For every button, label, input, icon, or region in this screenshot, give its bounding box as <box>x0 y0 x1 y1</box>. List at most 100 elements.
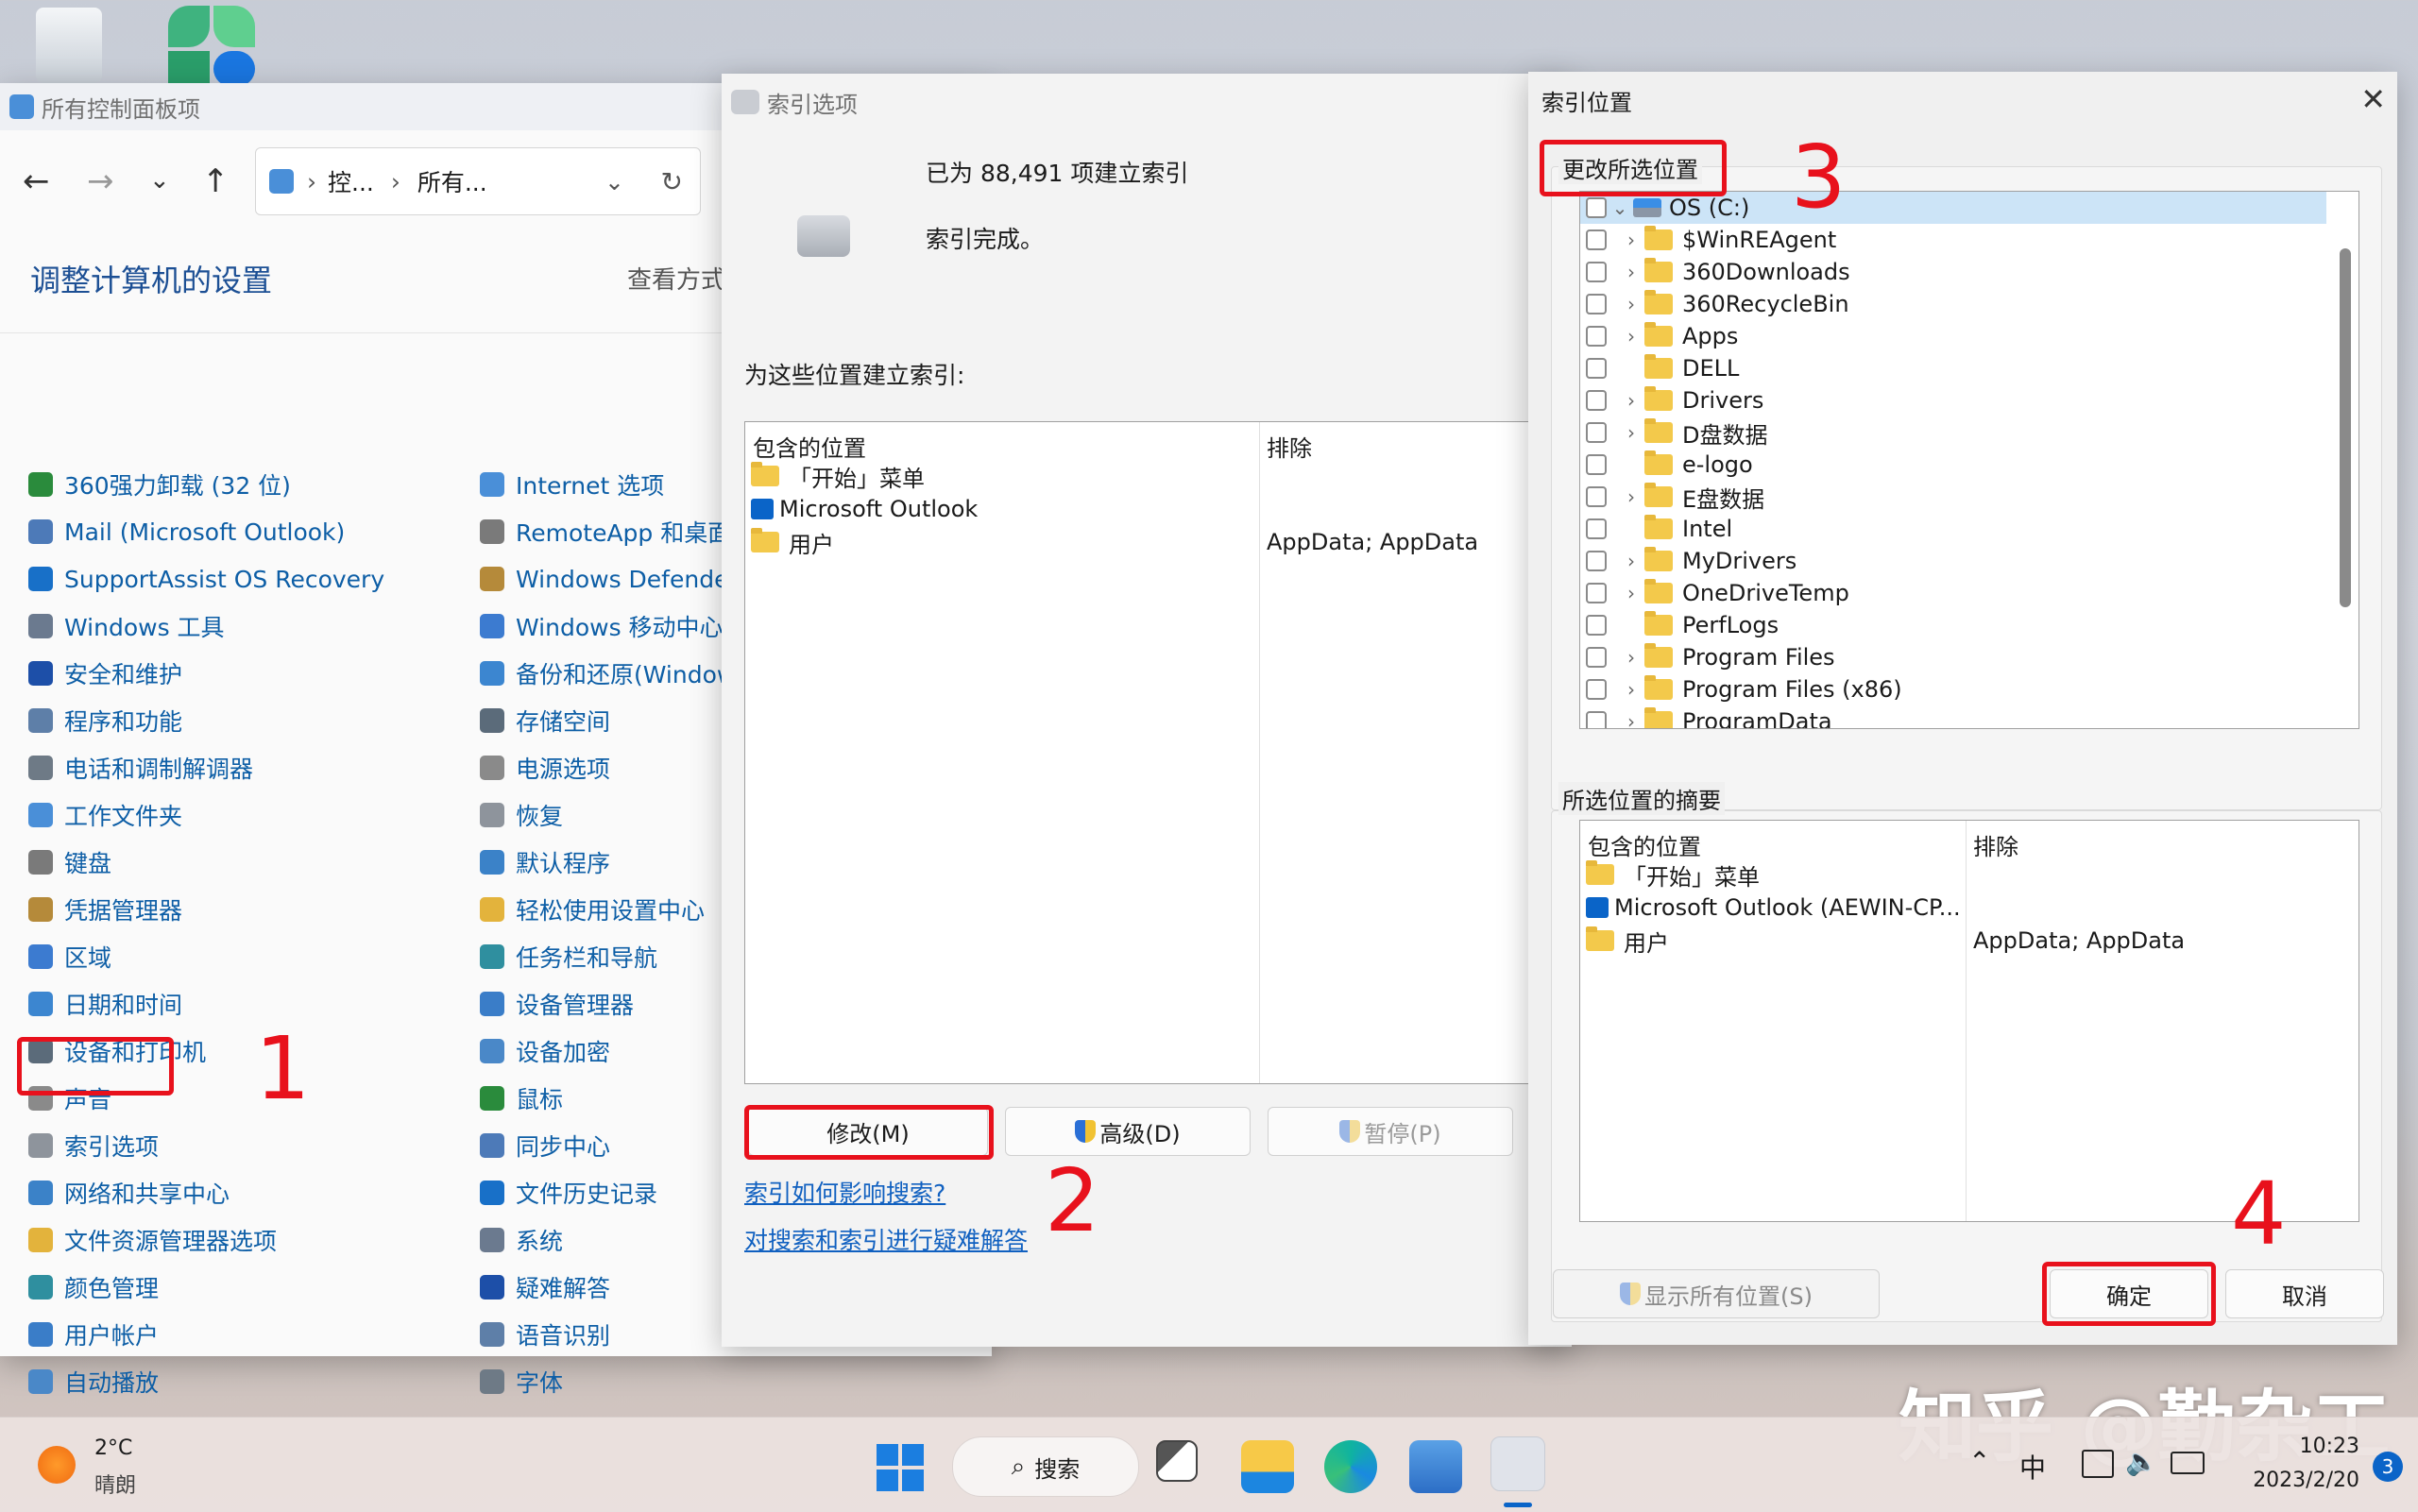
start-button-icon[interactable] <box>877 1444 924 1491</box>
tree-item[interactable]: › 360RecycleBin <box>1580 288 2326 320</box>
tree-item[interactable]: › MyDrivers <box>1580 545 2326 577</box>
tree-item[interactable]: › Program Files (x86) <box>1580 673 2326 705</box>
control-panel-item[interactable]: Windows 移动中心 <box>480 603 724 650</box>
chevron-right-icon[interactable]: › <box>1618 293 1644 315</box>
index-locations-titlebar[interactable]: 索引位置 ✕ <box>1528 72 2397 128</box>
notification-badge[interactable]: 3 <box>2373 1452 2403 1482</box>
battery-icon[interactable] <box>2171 1452 2205 1474</box>
location-tree[interactable]: ⌄ OS (C:) › $WinREAgent › 360Downloads › 360Rec… <box>1579 191 2359 729</box>
file-explorer-icon[interactable] <box>1241 1440 1294 1493</box>
tree-item-checkbox[interactable] <box>1586 229 1607 250</box>
control-panel-item[interactable]: 文件历史记录 <box>480 1169 657 1216</box>
control-panel-item[interactable]: Internet 选项 <box>480 461 664 508</box>
index-affects-search-link[interactable]: 索引如何影响搜索? <box>744 1175 945 1209</box>
chevron-right-icon[interactable]: › <box>1618 325 1644 348</box>
control-panel-item[interactable]: 轻松使用设置中心 <box>480 886 705 933</box>
tree-item[interactable]: › D盘数据 <box>1580 416 2326 449</box>
tree-item[interactable]: › 360Downloads <box>1580 256 2326 288</box>
tree-item-checkbox[interactable] <box>1586 518 1607 539</box>
refresh-icon[interactable]: ↻ <box>661 166 683 197</box>
tree-item-checkbox[interactable] <box>1586 390 1607 411</box>
edge-browser-icon[interactable] <box>1324 1440 1377 1493</box>
weather-sun-icon[interactable] <box>38 1446 76 1484</box>
location-row[interactable]: Microsoft Outlook (AEWIN-CP... <box>1586 892 1961 924</box>
tree-item-checkbox[interactable] <box>1586 262 1607 282</box>
control-panel-item[interactable]: 颜色管理 <box>28 1264 159 1311</box>
control-panel-item[interactable]: 疑难解答 <box>480 1264 610 1311</box>
task-view-icon[interactable] <box>1156 1440 1198 1482</box>
chevron-right-icon[interactable]: › <box>1618 678 1644 701</box>
tree-item[interactable]: › Drivers <box>1580 384 2326 416</box>
chevron-right-icon[interactable]: › <box>1618 550 1644 572</box>
tree-item-checkbox[interactable] <box>1586 486 1607 507</box>
tree-item-checkbox[interactable] <box>1586 422 1607 443</box>
control-panel-taskbar-icon[interactable] <box>1409 1440 1462 1493</box>
view-by-label[interactable]: 查看方式 <box>627 261 725 296</box>
chevron-right-icon[interactable]: › <box>1618 261 1644 283</box>
control-panel-item[interactable]: 工作文件夹 <box>28 791 182 839</box>
location-row[interactable]: Microsoft Outlook <box>751 493 978 525</box>
summary-list[interactable]: 包含的位置 排除 「开始」菜单 Microsoft Outlook (AEWIN-… <box>1579 820 2359 1222</box>
location-row[interactable]: 「开始」菜单 <box>1586 858 1760 891</box>
tree-item[interactable]: › ProgramData <box>1580 705 2326 728</box>
volume-icon[interactable]: 🔈 <box>2125 1446 2158 1477</box>
recycle-bin-icon[interactable] <box>36 8 102 83</box>
control-panel-item[interactable]: 语音识别 <box>480 1311 610 1358</box>
location-row[interactable]: 「开始」菜单 <box>751 460 925 492</box>
control-panel-item[interactable]: 备份和还原(Window <box>480 650 736 697</box>
control-panel-item[interactable]: 程序和功能 <box>28 697 182 744</box>
show-all-locations-button[interactable]: 显示所有位置(S) <box>1553 1269 1880 1318</box>
indexed-locations-list[interactable]: 包含的位置 排除 「开始」菜单 Microsoft Outlook 用户 AppDat… <box>744 421 1574 1084</box>
breadcrumb-item[interactable]: 所有... <box>417 164 487 198</box>
chevron-right-icon[interactable]: › <box>1618 485 1644 508</box>
control-panel-item[interactable]: 索引选项 <box>28 1122 159 1169</box>
breadcrumb-item[interactable]: 控... <box>328 164 374 198</box>
scrollbar[interactable] <box>2340 248 2351 607</box>
control-panel-item[interactable]: 安全和维护 <box>28 650 182 697</box>
chevron-right-icon[interactable]: › <box>1618 710 1644 728</box>
tree-item[interactable]: › OneDriveTemp <box>1580 577 2326 609</box>
tree-item[interactable]: e-logo <box>1580 449 2326 481</box>
chevron-right-icon[interactable]: › <box>1618 421 1644 444</box>
tree-item[interactable]: › Program Files <box>1580 641 2326 673</box>
tree-item-checkbox[interactable] <box>1586 551 1607 571</box>
tree-item-checkbox[interactable] <box>1586 294 1607 314</box>
ime-indicator[interactable]: 中 <box>2019 1448 2046 1486</box>
control-panel-item[interactable]: 电源选项 <box>480 744 610 791</box>
chevron-up-icon[interactable]: ⌃ <box>1968 1446 1990 1477</box>
forward-arrow-icon[interactable]: → <box>87 162 114 200</box>
control-panel-item[interactable]: 电话和调制解调器 <box>28 744 253 791</box>
control-panel-item[interactable]: 系统 <box>480 1216 563 1264</box>
control-panel-item[interactable]: 凭据管理器 <box>28 886 182 933</box>
control-panel-item[interactable]: 360强力卸载 (32 位) <box>28 461 291 508</box>
tree-item[interactable]: › $WinREAgent <box>1580 224 2326 256</box>
control-panel-item[interactable]: 用户帐户 <box>28 1311 159 1358</box>
chevron-right-icon[interactable]: › <box>1618 389 1644 412</box>
tree-item[interactable]: › Apps <box>1580 320 2326 352</box>
chevron-down-icon[interactable]: ⌄ <box>1607 196 1633 219</box>
clock-date[interactable]: 2023/2/20 <box>2223 1469 2359 1492</box>
weather-temp[interactable]: 2°C <box>94 1436 132 1460</box>
tree-item-checkbox[interactable] <box>1586 197 1607 218</box>
tree-item-checkbox[interactable] <box>1586 615 1607 636</box>
tree-item-checkbox[interactable] <box>1586 711 1607 728</box>
network-icon[interactable] <box>2082 1450 2114 1478</box>
control-panel-item[interactable]: Windows 工具 <box>28 603 225 650</box>
location-row[interactable]: 用户 <box>751 526 834 558</box>
tree-item[interactable]: › E盘数据 <box>1580 481 2326 513</box>
weather-desc[interactable]: 晴朗 <box>94 1469 136 1499</box>
tree-item-checkbox[interactable] <box>1586 679 1607 700</box>
taskbar-search-box[interactable]: ⌕ 搜索 <box>952 1436 1139 1497</box>
control-panel-item[interactable]: RemoteApp 和桌面 <box>480 508 731 555</box>
control-panel-item[interactable]: 存储空间 <box>480 697 610 744</box>
control-panel-item[interactable]: 同步中心 <box>480 1122 610 1169</box>
column-header-included[interactable]: 包含的位置 <box>1588 828 1701 861</box>
chevron-right-icon[interactable]: › <box>1618 582 1644 604</box>
pause-button[interactable]: 暂停(P) <box>1268 1107 1513 1156</box>
control-panel-item[interactable]: 设备管理器 <box>480 980 634 1028</box>
control-panel-item[interactable]: 字体 <box>480 1358 563 1405</box>
control-panel-item[interactable]: 自动播放 <box>28 1358 159 1405</box>
control-panel-item[interactable]: 设备加密 <box>480 1028 610 1075</box>
control-panel-item[interactable]: SupportAssist OS Recovery <box>28 555 384 603</box>
chevron-down-icon[interactable]: ⌄ <box>604 168 624 195</box>
